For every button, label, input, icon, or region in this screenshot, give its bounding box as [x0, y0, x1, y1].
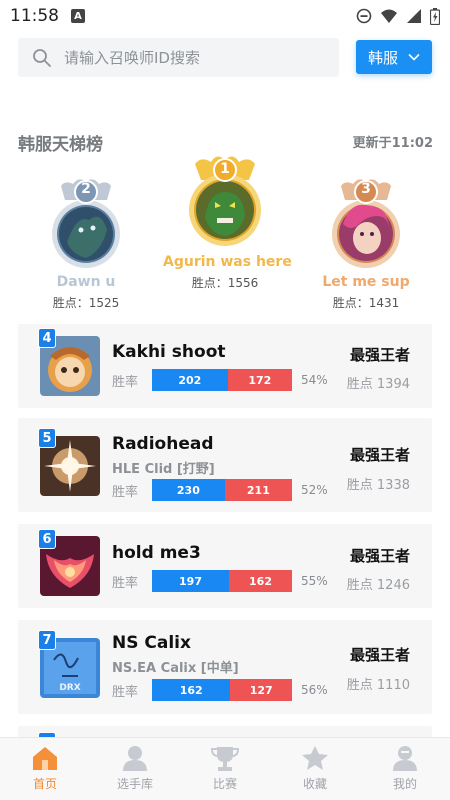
losses-segment: 162 — [229, 570, 292, 592]
rank-badge: 7 — [38, 630, 56, 650]
chevron-down-icon — [408, 53, 420, 61]
tab-label: 选手库 — [116, 777, 153, 791]
wins-segment: 202 — [152, 369, 228, 391]
player-team: NS.EA Calix [中单] — [112, 661, 239, 676]
win-rate-percent: 52% — [301, 483, 328, 497]
podium-rank-number: 2 — [81, 181, 91, 197]
list-item[interactable]: 5 Radiohead HLE Clid [打野] 胜率 230 211 52%… — [18, 418, 432, 512]
tier-label: 最强王者 — [349, 446, 410, 464]
league-points: 胜点 1394 — [346, 377, 410, 392]
tab-label: 我的 — [392, 777, 417, 791]
tier-label: 最强王者 — [349, 646, 410, 664]
win-rate-label: 胜率 — [112, 685, 139, 700]
tab-home[interactable]: 首页 — [0, 738, 90, 800]
player-name: hold me3 — [112, 543, 201, 563]
win-rate-percent: 54% — [301, 373, 328, 387]
dnd-icon — [356, 8, 372, 24]
rank-badge: 6 — [38, 529, 56, 549]
list-item[interactable]: 6 hold me3 胜率 197 162 55% 最强王者 胜点 1246 — [18, 524, 432, 608]
podium-rank-number: 3 — [361, 181, 371, 197]
rank-badge: 4 — [38, 328, 56, 348]
region-select-button[interactable]: 韩服 — [356, 40, 432, 74]
status-bar: 11:58 A — [0, 0, 450, 32]
win-rate-label: 胜率 — [112, 485, 139, 500]
podium-rank-number: 1 — [220, 161, 230, 177]
battery-icon — [430, 7, 440, 25]
league-points: 胜点 1110 — [346, 678, 410, 693]
podium-player-name: Dawn u — [56, 274, 116, 290]
win-rate-percent: 56% — [301, 683, 328, 697]
leaderboard-title: 韩服天梯榜 — [18, 135, 103, 155]
win-loss-bar: 197 162 — [152, 570, 292, 592]
wins-segment: 197 — [152, 570, 229, 592]
tab-label: 收藏 — [302, 777, 327, 791]
tab-players[interactable]: 选手库 — [90, 738, 180, 800]
profile-icon — [393, 746, 417, 771]
league-points: 胜点 1246 — [346, 578, 410, 593]
home-icon — [33, 747, 57, 770]
losses-segment: 211 — [224, 479, 292, 501]
podium-points: 胜点：1556 — [191, 276, 259, 290]
trophy-icon — [210, 747, 240, 771]
search-row: 请输入召唤师ID搜索 韩服 — [18, 38, 432, 78]
player-name: Kakhi shoot — [112, 342, 226, 362]
avatar: 2 — [49, 172, 123, 272]
tab-profile[interactable]: 我的 — [360, 738, 450, 800]
search-icon — [33, 48, 51, 67]
wins-segment: 230 — [152, 479, 225, 501]
podium-points: 胜点：1431 — [332, 296, 400, 310]
tier-label: 最强王者 — [349, 346, 410, 364]
star-icon — [302, 746, 328, 770]
region-label: 韩服 — [367, 48, 398, 67]
signal-icon — [407, 9, 421, 23]
win-loss-bar: 162 127 — [152, 679, 292, 701]
player-name: NS Calix — [112, 633, 191, 653]
win-rate-label: 胜率 — [112, 576, 139, 591]
avatar: 1 — [185, 152, 265, 252]
rank-badge: 5 — [38, 428, 56, 448]
win-loss-bar: 202 172 — [152, 369, 292, 391]
bottom-tab-bar: 首页 选手库 比赛 收藏 我的 — [0, 737, 450, 800]
losses-segment: 127 — [230, 679, 292, 701]
avatar: 3 — [329, 172, 403, 272]
status-icons — [356, 7, 440, 25]
podium-rank-1[interactable]: 1 Agurin was here 胜点：1556 — [163, 152, 292, 291]
win-rate-label: 胜率 — [112, 375, 139, 390]
league-points: 胜点 1338 — [346, 478, 410, 493]
status-time: 11:58 — [10, 6, 59, 26]
win-loss-bar: 230 211 — [152, 479, 292, 501]
list-item[interactable]: DRX 7 NS Calix NS.EA Calix [中单] 胜率 162 1… — [18, 620, 432, 714]
wifi-icon — [381, 9, 397, 23]
win-rate-percent: 55% — [301, 574, 328, 588]
podium-player-name: Let me sup — [322, 274, 410, 290]
updated-time: 更新于11:02 — [352, 136, 433, 151]
podium-player-name: Agurin was here — [163, 254, 292, 270]
search-placeholder: 请输入召唤师ID搜索 — [64, 49, 200, 67]
tab-matches[interactable]: 比赛 — [180, 738, 270, 800]
podium-rank-3[interactable]: 3 Let me sup 胜点：1431 — [318, 172, 414, 311]
tab-label: 比赛 — [212, 777, 237, 791]
wins-segment: 162 — [152, 679, 231, 701]
svg-text:DRX: DRX — [59, 683, 80, 693]
player-team: HLE Clid [打野] — [112, 462, 215, 477]
podium-points: 胜点：1525 — [52, 296, 120, 310]
notification-icon: A — [71, 9, 85, 23]
player-name: Radiohead — [112, 434, 214, 454]
tab-favorites[interactable]: 收藏 — [270, 738, 360, 800]
list-item[interactable]: 4 Kakhi shoot 胜率 202 172 54% 最强王者 胜点 139… — [18, 324, 432, 408]
tab-label: 首页 — [32, 777, 57, 791]
player-icon — [123, 746, 147, 771]
losses-segment: 172 — [227, 369, 292, 391]
search-input[interactable]: 请输入召唤师ID搜索 — [18, 38, 339, 77]
podium-rank-2[interactable]: 2 Dawn u 胜点：1525 — [38, 172, 134, 311]
tier-label: 最强王者 — [349, 547, 410, 565]
